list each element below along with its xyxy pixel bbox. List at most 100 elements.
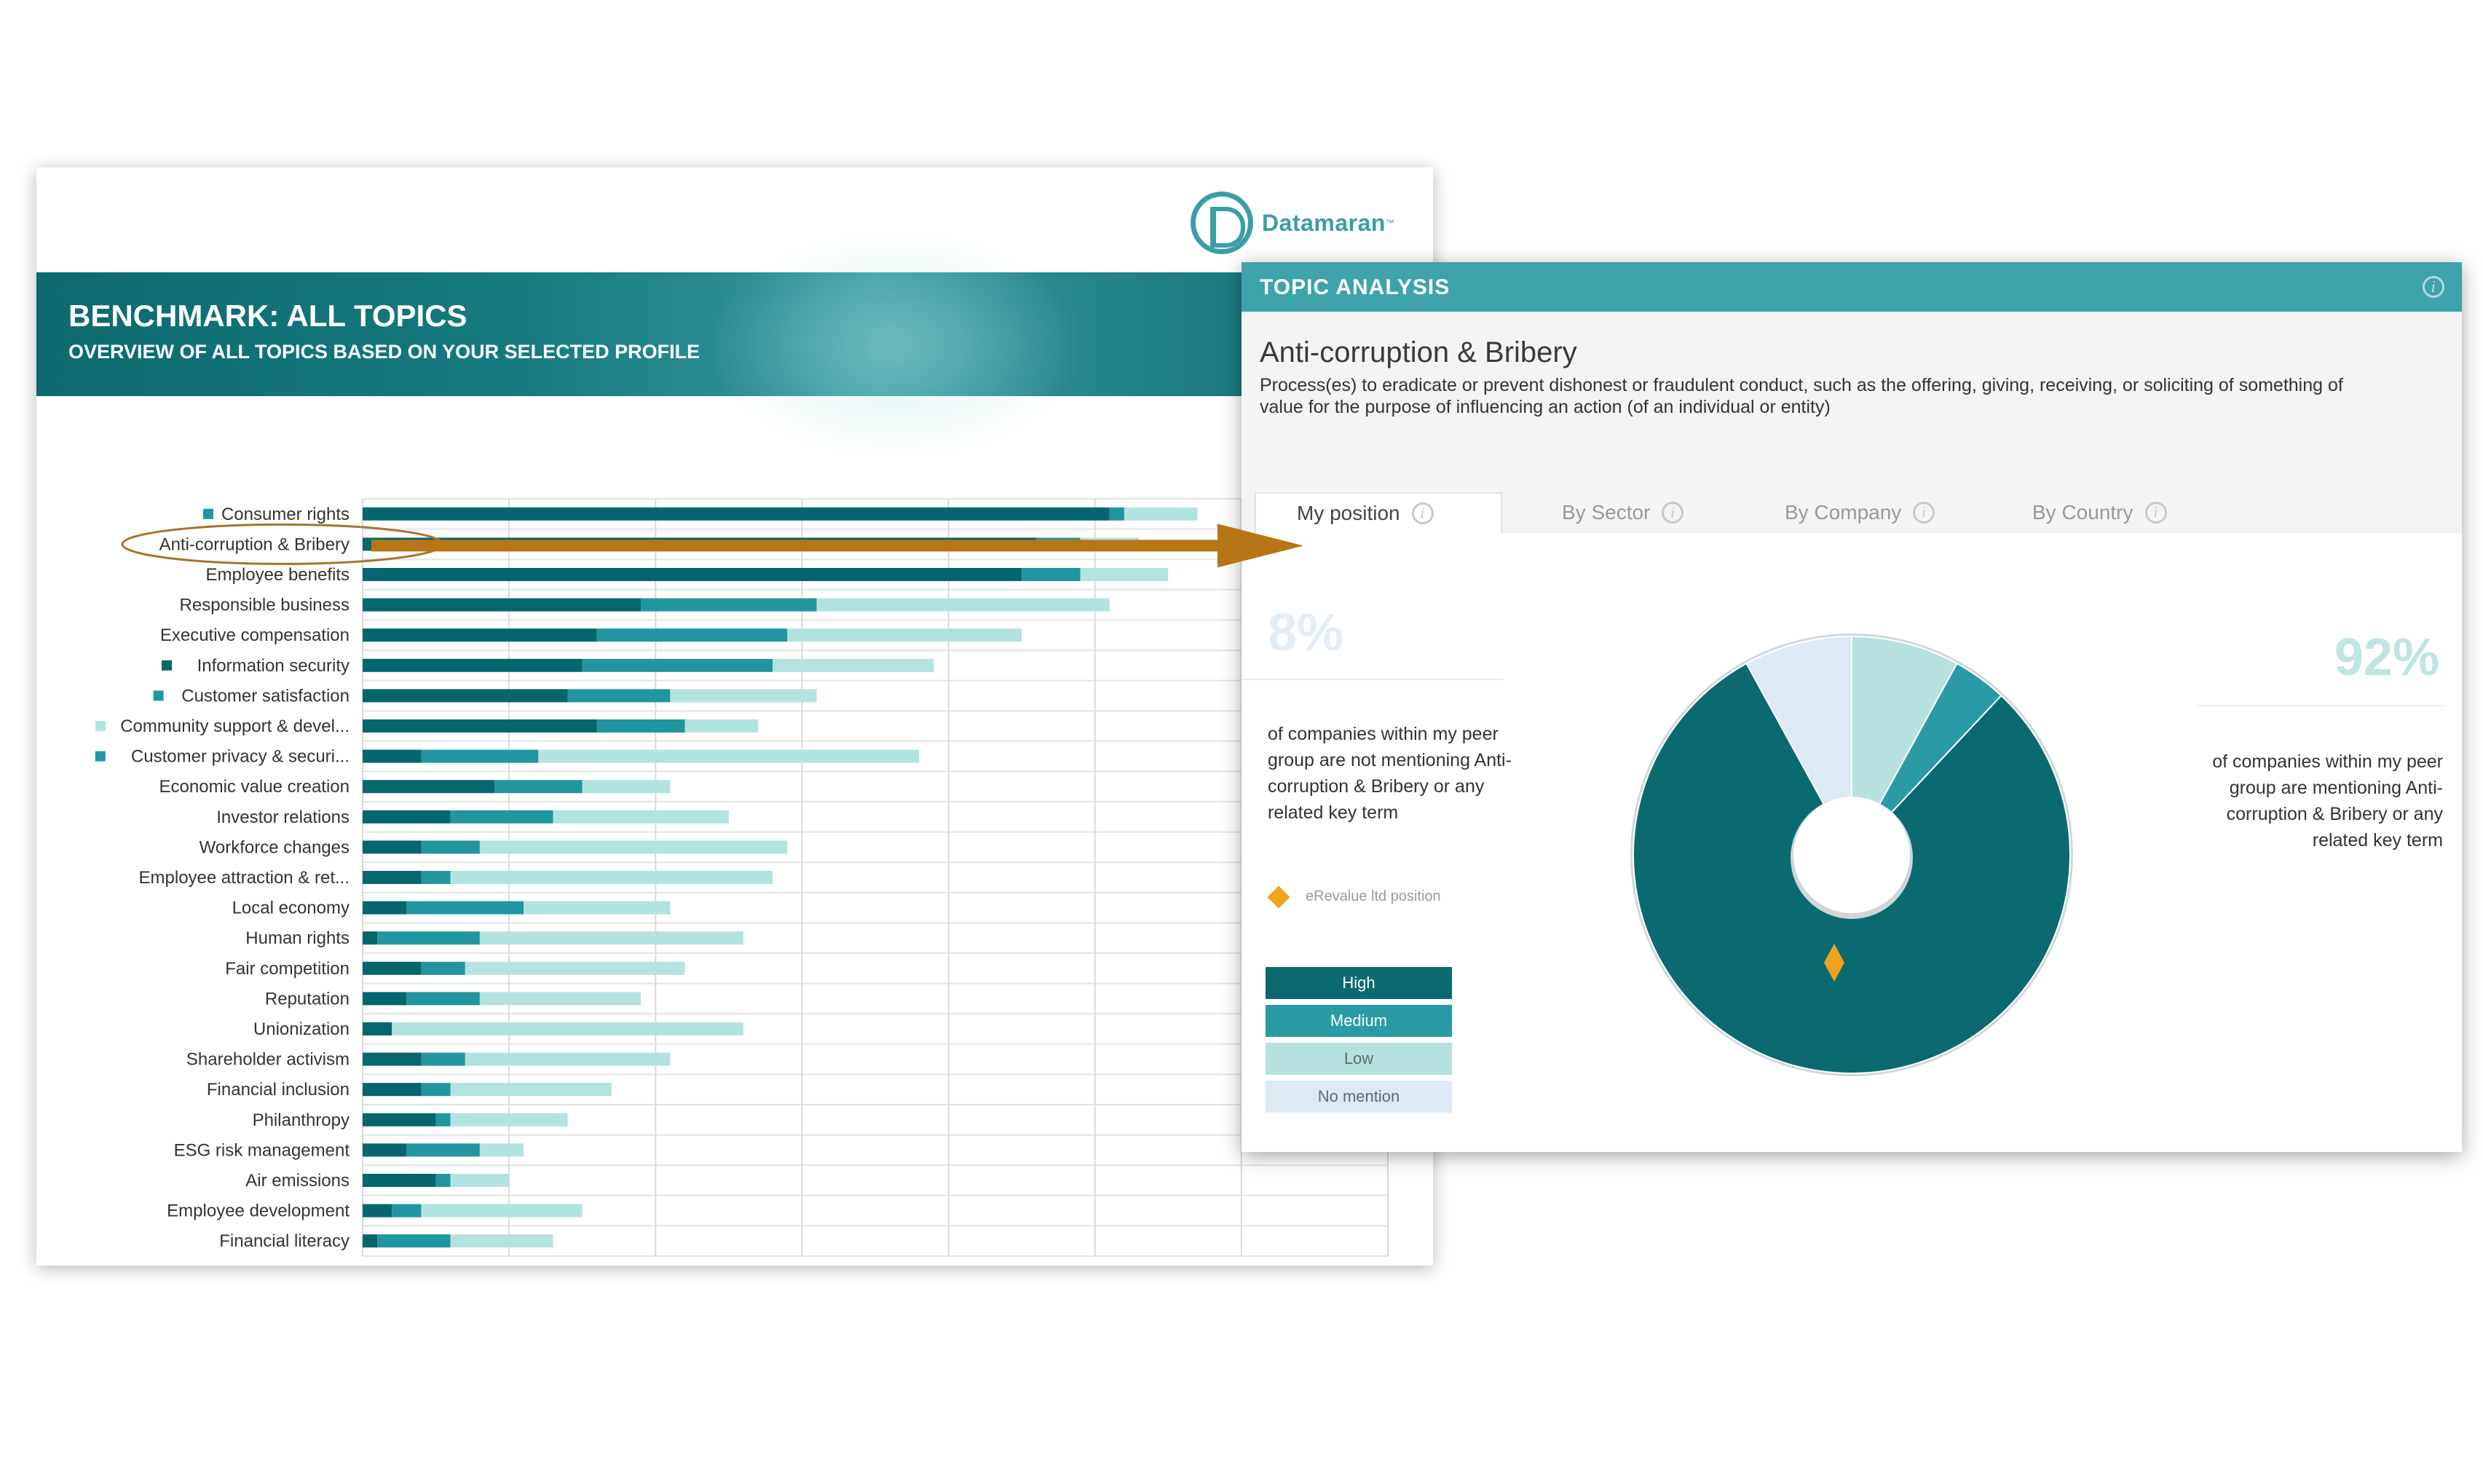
bar-segment xyxy=(465,1052,671,1066)
tab-my-position[interactable]: My position i xyxy=(1255,492,1502,533)
category-marker xyxy=(162,660,172,671)
category-label: Philanthropy xyxy=(253,1110,350,1130)
tab-by-company[interactable]: By Company i xyxy=(1785,492,1935,533)
category-label: Human rights xyxy=(245,928,350,948)
info-icon[interactable]: i xyxy=(1662,502,1684,524)
bar-segment xyxy=(363,658,583,672)
bar-segment xyxy=(363,628,597,642)
category-label: Economic value creation xyxy=(159,777,350,797)
bar-segment xyxy=(421,1204,583,1217)
info-icon[interactable]: i xyxy=(1913,502,1935,524)
tab-by-sector[interactable]: By Sector i xyxy=(1562,492,1684,533)
bar-segment xyxy=(363,1022,392,1035)
category-label: Air emissions xyxy=(245,1171,350,1191)
tab-label: My position xyxy=(1297,502,1400,524)
bar-segment xyxy=(421,961,465,975)
bar-segment xyxy=(582,780,671,794)
category-label: Executive compensation xyxy=(160,625,350,645)
bar-segment xyxy=(363,780,495,794)
bar-segment xyxy=(421,1052,465,1066)
bar-segment xyxy=(596,719,685,733)
tab-by-country[interactable]: By Country i xyxy=(2032,492,2167,533)
bar-segment xyxy=(773,658,934,672)
category-label: Fair competition xyxy=(225,959,350,979)
tab-label: By Country xyxy=(2032,501,2133,524)
bar-segment xyxy=(421,749,539,763)
bar-segment xyxy=(670,689,817,703)
bar-segment xyxy=(1036,537,1081,551)
category-label: ESG risk management xyxy=(174,1140,350,1160)
topic-analysis-title: TOPIC ANALYSIS xyxy=(1260,275,1450,299)
bar-segment xyxy=(421,1083,451,1097)
category-marker xyxy=(95,751,106,762)
bar-segment xyxy=(363,719,597,733)
bar-segment xyxy=(494,780,583,794)
bar-segment xyxy=(479,840,788,854)
category-label: Consumer rights xyxy=(221,505,350,524)
category-label: Unionization xyxy=(253,1019,350,1039)
category-label: Reputation xyxy=(265,989,350,1009)
bar-segment xyxy=(1124,507,1198,521)
category-label: Customer satisfaction xyxy=(181,686,350,706)
bar-segment xyxy=(553,810,729,824)
bar-segment xyxy=(450,1174,510,1187)
bar-segment xyxy=(450,1113,568,1126)
bar-segment xyxy=(465,961,685,975)
topic-description: Process(es) to eradicate or prevent dish… xyxy=(1260,375,2343,417)
tab-label: By Sector xyxy=(1562,501,1651,524)
bar-segment xyxy=(641,598,817,612)
bar-segment xyxy=(1109,507,1124,521)
bar-segment xyxy=(363,901,407,915)
bar-segment xyxy=(582,658,773,672)
bar-segment xyxy=(363,840,422,854)
bar-segment xyxy=(479,931,743,945)
category-label: Information security xyxy=(197,656,350,676)
header-info-icon[interactable]: i xyxy=(2423,276,2444,298)
info-icon[interactable]: i xyxy=(1411,502,1434,524)
bar-segment xyxy=(406,1143,480,1157)
bar-segment xyxy=(363,1174,436,1187)
info-icon[interactable]: i xyxy=(2144,502,2167,524)
bar-segment xyxy=(377,931,480,945)
bar-segment xyxy=(538,749,920,763)
bar-segment xyxy=(363,992,407,1006)
bar-segment xyxy=(363,1234,378,1248)
bar-segment xyxy=(406,992,480,1006)
category-marker xyxy=(153,690,164,701)
bar-segment xyxy=(435,1113,451,1126)
category-label: Responsible business xyxy=(180,596,350,615)
category-label: Workforce changes xyxy=(200,837,350,857)
bar-segment xyxy=(363,1143,407,1157)
bar-segment xyxy=(450,810,553,824)
bar-segment xyxy=(363,1052,422,1066)
my-position-content: 8% of companies within my peer group are… xyxy=(1242,533,2462,1152)
bar-segment xyxy=(363,961,422,975)
category-label: Anti-corruption & Bribery xyxy=(159,534,350,554)
bar-segment xyxy=(450,1083,612,1097)
bar-segment xyxy=(479,1143,524,1157)
bar-segment xyxy=(363,537,1037,551)
category-label: Local economy xyxy=(232,899,350,918)
bar-segment xyxy=(363,871,422,884)
pie-hole xyxy=(1793,797,1910,913)
bar-segment xyxy=(479,992,642,1006)
bar-segment xyxy=(450,1234,553,1248)
bar-segment xyxy=(363,1083,422,1097)
category-label: Shareholder activism xyxy=(186,1050,350,1070)
category-label: Investor relations xyxy=(216,808,350,827)
bar-segment xyxy=(524,901,671,915)
category-label: Employee development xyxy=(167,1201,350,1221)
benchmark-bar-chart: Consumer rights Anti-corruption & Bribery… xyxy=(95,498,1389,1257)
bar-segment xyxy=(421,840,480,854)
category-label: Employee benefits xyxy=(206,565,350,585)
bar-segment xyxy=(421,871,451,884)
topic-name: Anti-corruption & Bribery xyxy=(1260,336,1577,368)
bar-segment xyxy=(406,901,524,915)
bar-segment xyxy=(1080,537,1140,551)
bar-segment xyxy=(363,568,1022,581)
bar-segment xyxy=(363,507,1110,521)
bar-segment xyxy=(363,598,642,612)
category-marker xyxy=(203,508,213,519)
bar-segment xyxy=(363,1113,436,1126)
bar-segment xyxy=(596,628,788,642)
